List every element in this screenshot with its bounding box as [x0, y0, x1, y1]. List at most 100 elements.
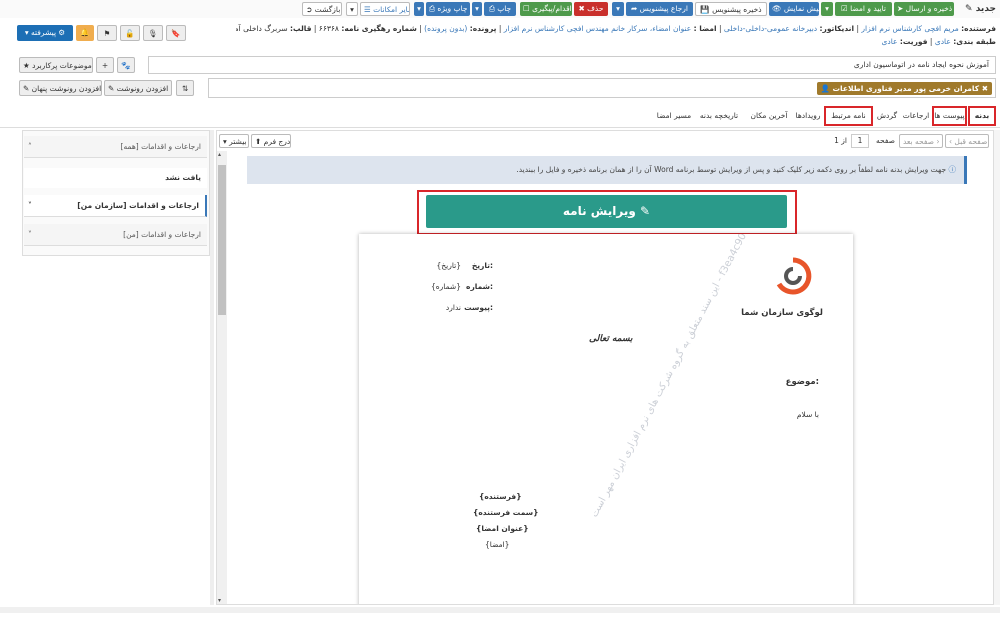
sort-icon: ⇅ — [181, 84, 189, 93]
print-button[interactable]: ⎙ چاپ — [484, 2, 516, 16]
meta-line-1: فرستنده: مریم افچی کارشناس نرم افزار | ا… — [236, 22, 996, 35]
vertical-scrollbar[interactable]: ▴ ▾ — [217, 151, 227, 604]
lock-button[interactable]: 🔓 — [120, 25, 140, 41]
chevron-down-icon: ˅ — [28, 201, 32, 210]
indicator-value: دبیرخانه عمومی-داخلی-داخلی — [723, 24, 818, 33]
save-send-button[interactable]: ➤ ذخیره و ارسال — [894, 2, 954, 16]
number-value: {شماره} — [430, 282, 461, 291]
subject-input[interactable]: آموزش نحوه ایجاد نامه در اتوماسیون اداری — [148, 56, 996, 74]
info-icon: ⓘ — [948, 165, 957, 174]
tab-sign-path[interactable]: مسیر امضا — [654, 106, 694, 126]
accordion-all-refs[interactable]: ارجاعات و اقدامات [همه] ˄ — [24, 136, 207, 158]
tab-body-history[interactable]: تاریخچه بدنه — [694, 106, 744, 126]
print-special-button[interactable]: ⎙ چاپ ویژه — [426, 2, 470, 16]
sender-post-placeholder: {سمت فرستنده} — [473, 508, 539, 517]
top-toolbar: ✎ جدید ➤ ذخیره و ارسال ☑ تایید و امضا ▾ … — [0, 0, 1000, 18]
recipient-input[interactable]: 👤 کامران خرمی پور مدیر فناوری اطلاعات ✖ — [208, 78, 996, 98]
page-scrollbar[interactable] — [994, 130, 1000, 605]
flag-icon: ⚑ — [103, 29, 111, 38]
new-letter-title: ✎ جدید — [965, 4, 996, 14]
basmala: بسمه تعالی — [589, 334, 633, 344]
meta-line-2: طبقه بندی: عادی | فوریت: عادی — [881, 37, 996, 46]
back-button[interactable]: ➲ بازگشت — [302, 2, 342, 16]
no-results-text: یافت نشد — [24, 168, 207, 188]
paw-icon: 🐾 — [121, 61, 131, 70]
sign-title-placeholder: {عنوان امضا} — [476, 524, 529, 533]
prev-page-button[interactable]: ‹ صفحه قبل — [945, 134, 989, 148]
advanced-button[interactable]: ▾ پیشرفته ⚙ — [17, 25, 73, 41]
edit-icon: ✎ — [640, 204, 651, 218]
number-label: شماره: — [466, 282, 493, 291]
bookmark-button[interactable]: 🔖 — [166, 25, 186, 41]
paw-button[interactable]: 🐾 — [117, 57, 135, 73]
chevron-up-icon: ˄ — [28, 142, 32, 151]
refer-draft-button[interactable]: ➦ ارجاع پیشنویس — [626, 2, 693, 16]
attachment-value: ندارد — [445, 303, 461, 312]
logo-text: لوگوی سازمان شما — [741, 308, 823, 318]
add-subject-button[interactable]: + — [96, 57, 114, 73]
bell-button[interactable]: 🔔 — [76, 25, 94, 41]
sender-value: مریم افچی کارشناس نرم افزار — [861, 24, 959, 33]
sort-button[interactable]: ⇅ — [176, 80, 194, 96]
common-subjects-button[interactable]: ★ موضوعات پرکاربرد — [19, 57, 93, 73]
tab-references[interactable]: ارجاعات — [900, 106, 932, 126]
tab-attachments[interactable]: پیوست ها — [932, 106, 967, 126]
flag-button[interactable]: ⚑ — [97, 25, 117, 41]
classification-value[interactable]: عادی — [935, 37, 951, 46]
scrollbar-down-arrow[interactable]: ▾ — [218, 597, 221, 604]
save-draft-button[interactable]: 💾 ذخیره پیشنویس — [695, 2, 767, 16]
other-options-dropdown-button[interactable]: ▾ — [346, 2, 358, 16]
insert-form-button[interactable]: ⬆ درج فرم — [251, 134, 291, 148]
refer-dropdown-button[interactable]: ▾ — [612, 2, 624, 16]
tab-circulation[interactable]: گردش — [874, 106, 900, 126]
print-dropdown-button[interactable]: ▾ — [472, 2, 482, 16]
dossier-value: (بدون پرونده) — [424, 24, 468, 33]
greeting: با سلام — [796, 410, 819, 419]
bookmark-icon: 🔖 — [171, 29, 181, 38]
delete-button[interactable]: ✖ حذف — [574, 2, 608, 16]
user-icon: 👤 — [820, 84, 830, 93]
tab-last-location[interactable]: آخرین مکان — [746, 106, 792, 126]
urgency-value[interactable]: عادی — [881, 37, 897, 46]
document-page: لوگوی سازمان شما تاریخ: {تاریخ} شماره: {… — [359, 234, 853, 604]
add-copy-button[interactable]: ✎ افزودن رونوشت — [104, 80, 172, 96]
preview-button[interactable]: 👁 پیش نمایش — [769, 2, 819, 16]
scrollbar-up-arrow[interactable]: ▴ — [218, 151, 221, 158]
lock-icon: 🔓 — [125, 29, 135, 38]
organization-logo — [776, 257, 812, 295]
other-options-button[interactable]: ☰ سایر امکانات — [360, 2, 410, 16]
microphone-icon: 🎙 — [148, 29, 158, 38]
accordion-my-refs[interactable]: ارجاعات و اقدامات [من] ˅ — [24, 224, 207, 246]
recipient-tag[interactable]: 👤 کامران خرمی پور مدیر فناوری اطلاعات ✖ — [816, 82, 992, 95]
pencil-icon: ✎ — [965, 4, 973, 14]
remove-tag-icon[interactable]: ✖ — [982, 84, 988, 93]
next-page-button[interactable]: صفحه بعد › — [899, 134, 943, 148]
page-number-input[interactable]: 1 — [851, 134, 869, 148]
scrollbar-thumb[interactable] — [218, 165, 226, 315]
more-button[interactable]: ▾ بیشتر — [219, 134, 249, 148]
approve-dropdown-button[interactable]: ▾ — [821, 2, 833, 16]
bottom-scrollbar[interactable] — [0, 607, 1000, 613]
tab-related-letters[interactable]: نامه مرتبط — [824, 106, 873, 126]
follow-up-button[interactable]: ☐ اقدام/پیگیری — [520, 2, 572, 16]
add-hidden-copy-button[interactable]: ✎ افزودن رونوشت پنهان — [19, 80, 102, 96]
attachment-label: پیوست: — [464, 303, 493, 312]
tracking-value: ۶۶۳۶۸ — [318, 24, 339, 33]
edit-letter-button[interactable]: ویرایش نامه ✎ — [426, 195, 787, 228]
print-special-dropdown-button[interactable]: ▾ — [414, 2, 424, 16]
signers-value: عنوان امضاء، سرکار خانم مهندس افچی کارشن… — [503, 24, 692, 33]
letter-meta: فرستنده: مریم افچی کارشناس نرم افزار | ا… — [236, 22, 996, 52]
tab-body[interactable]: بدنه — [968, 106, 996, 126]
approve-sign-button[interactable]: ☑ تایید و امضا — [835, 2, 892, 16]
date-label: تاریخ: — [471, 261, 493, 270]
sidebar-splitter[interactable] — [210, 130, 214, 605]
microphone-button[interactable]: 🎙 — [143, 25, 163, 41]
accordion-org-refs[interactable]: ارجاعات و اقدامات [سازمان من] ˅ — [24, 195, 207, 217]
chevron-down-icon: ˅ — [28, 230, 32, 239]
sign-placeholder: {امضا} — [485, 540, 510, 549]
info-message: ⓘ جهت ویرایش بدنه نامه لطفاً بر روی دکمه… — [247, 156, 967, 184]
subject-label: موضوع: — [785, 377, 819, 387]
main-panel: ‹ صفحه قبل صفحه بعد › صفحه 1 از 1 ⬆ درج … — [216, 130, 994, 605]
tab-events[interactable]: رویدادها — [792, 106, 824, 126]
date-value: {تاریخ} — [436, 261, 462, 270]
